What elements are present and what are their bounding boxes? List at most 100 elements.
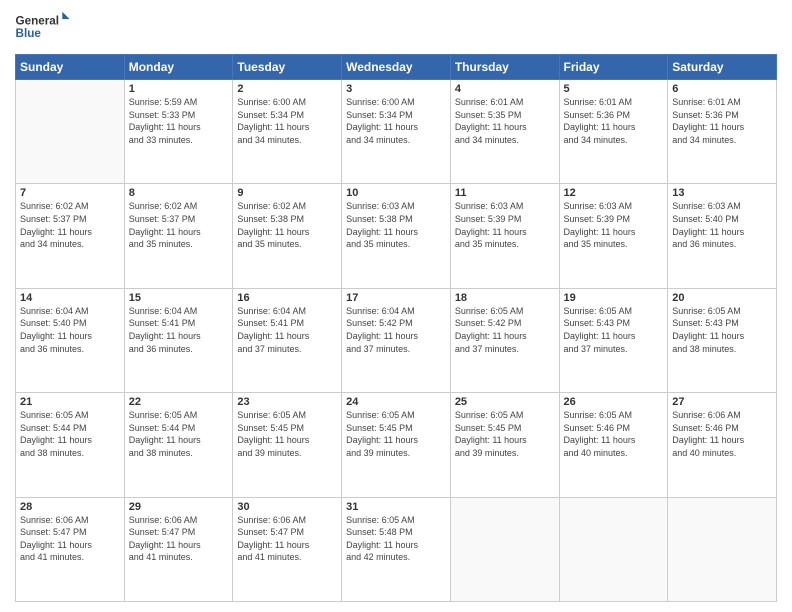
calendar-cell bbox=[668, 497, 777, 601]
day-number: 5 bbox=[564, 83, 664, 95]
day-info: Sunrise: 6:02 AMSunset: 5:38 PMDaylight:… bbox=[237, 200, 337, 250]
calendar-cell: 5Sunrise: 6:01 AMSunset: 5:36 PMDaylight… bbox=[559, 80, 668, 184]
day-info: Sunrise: 6:04 AMSunset: 5:41 PMDaylight:… bbox=[129, 305, 229, 355]
day-info: Sunrise: 6:06 AMSunset: 5:47 PMDaylight:… bbox=[129, 514, 229, 564]
calendar-table: SundayMondayTuesdayWednesdayThursdayFrid… bbox=[15, 54, 777, 602]
day-number: 9 bbox=[237, 187, 337, 199]
weekday-header-wednesday: Wednesday bbox=[342, 55, 451, 80]
day-number: 23 bbox=[237, 396, 337, 408]
day-number: 3 bbox=[346, 83, 446, 95]
day-number: 28 bbox=[20, 501, 120, 513]
day-info: Sunrise: 6:05 AMSunset: 5:44 PMDaylight:… bbox=[20, 409, 120, 459]
day-info: Sunrise: 6:00 AMSunset: 5:34 PMDaylight:… bbox=[346, 96, 446, 146]
weekday-header-monday: Monday bbox=[124, 55, 233, 80]
calendar-cell: 14Sunrise: 6:04 AMSunset: 5:40 PMDayligh… bbox=[16, 288, 125, 392]
day-number: 20 bbox=[672, 292, 772, 304]
calendar-cell: 17Sunrise: 6:04 AMSunset: 5:42 PMDayligh… bbox=[342, 288, 451, 392]
week-row-2: 7Sunrise: 6:02 AMSunset: 5:37 PMDaylight… bbox=[16, 184, 777, 288]
day-info: Sunrise: 6:05 AMSunset: 5:45 PMDaylight:… bbox=[455, 409, 555, 459]
day-number: 14 bbox=[20, 292, 120, 304]
calendar-cell: 6Sunrise: 6:01 AMSunset: 5:36 PMDaylight… bbox=[668, 80, 777, 184]
calendar-cell: 1Sunrise: 5:59 AMSunset: 5:33 PMDaylight… bbox=[124, 80, 233, 184]
day-number: 26 bbox=[564, 396, 664, 408]
day-number: 27 bbox=[672, 396, 772, 408]
day-info: Sunrise: 6:04 AMSunset: 5:40 PMDaylight:… bbox=[20, 305, 120, 355]
svg-text:General: General bbox=[16, 14, 60, 27]
day-number: 22 bbox=[129, 396, 229, 408]
calendar-cell: 21Sunrise: 6:05 AMSunset: 5:44 PMDayligh… bbox=[16, 393, 125, 497]
day-info: Sunrise: 6:04 AMSunset: 5:42 PMDaylight:… bbox=[346, 305, 446, 355]
day-info: Sunrise: 6:05 AMSunset: 5:46 PMDaylight:… bbox=[564, 409, 664, 459]
day-number: 30 bbox=[237, 501, 337, 513]
week-row-1: 1Sunrise: 5:59 AMSunset: 5:33 PMDaylight… bbox=[16, 80, 777, 184]
day-number: 16 bbox=[237, 292, 337, 304]
day-info: Sunrise: 6:01 AMSunset: 5:36 PMDaylight:… bbox=[564, 96, 664, 146]
week-row-4: 21Sunrise: 6:05 AMSunset: 5:44 PMDayligh… bbox=[16, 393, 777, 497]
week-row-3: 14Sunrise: 6:04 AMSunset: 5:40 PMDayligh… bbox=[16, 288, 777, 392]
calendar-cell: 13Sunrise: 6:03 AMSunset: 5:40 PMDayligh… bbox=[668, 184, 777, 288]
day-info: Sunrise: 6:03 AMSunset: 5:40 PMDaylight:… bbox=[672, 200, 772, 250]
calendar-cell: 20Sunrise: 6:05 AMSunset: 5:43 PMDayligh… bbox=[668, 288, 777, 392]
day-number: 19 bbox=[564, 292, 664, 304]
day-info: Sunrise: 6:05 AMSunset: 5:45 PMDaylight:… bbox=[346, 409, 446, 459]
calendar-cell bbox=[559, 497, 668, 601]
day-number: 8 bbox=[129, 187, 229, 199]
day-info: Sunrise: 6:06 AMSunset: 5:46 PMDaylight:… bbox=[672, 409, 772, 459]
calendar-cell: 3Sunrise: 6:00 AMSunset: 5:34 PMDaylight… bbox=[342, 80, 451, 184]
day-number: 11 bbox=[455, 187, 555, 199]
calendar-cell: 9Sunrise: 6:02 AMSunset: 5:38 PMDaylight… bbox=[233, 184, 342, 288]
svg-text:Blue: Blue bbox=[16, 27, 42, 40]
day-info: Sunrise: 6:03 AMSunset: 5:39 PMDaylight:… bbox=[455, 200, 555, 250]
day-number: 18 bbox=[455, 292, 555, 304]
day-number: 29 bbox=[129, 501, 229, 513]
weekday-header-sunday: Sunday bbox=[16, 55, 125, 80]
calendar-cell: 22Sunrise: 6:05 AMSunset: 5:44 PMDayligh… bbox=[124, 393, 233, 497]
day-info: Sunrise: 6:05 AMSunset: 5:45 PMDaylight:… bbox=[237, 409, 337, 459]
calendar-cell: 8Sunrise: 6:02 AMSunset: 5:37 PMDaylight… bbox=[124, 184, 233, 288]
day-info: Sunrise: 6:05 AMSunset: 5:44 PMDaylight:… bbox=[129, 409, 229, 459]
calendar-cell: 10Sunrise: 6:03 AMSunset: 5:38 PMDayligh… bbox=[342, 184, 451, 288]
calendar-cell: 11Sunrise: 6:03 AMSunset: 5:39 PMDayligh… bbox=[450, 184, 559, 288]
calendar-cell: 7Sunrise: 6:02 AMSunset: 5:37 PMDaylight… bbox=[16, 184, 125, 288]
day-number: 12 bbox=[564, 187, 664, 199]
calendar-cell: 26Sunrise: 6:05 AMSunset: 5:46 PMDayligh… bbox=[559, 393, 668, 497]
day-info: Sunrise: 6:03 AMSunset: 5:39 PMDaylight:… bbox=[564, 200, 664, 250]
calendar-cell: 2Sunrise: 6:00 AMSunset: 5:34 PMDaylight… bbox=[233, 80, 342, 184]
day-number: 10 bbox=[346, 187, 446, 199]
day-info: Sunrise: 6:06 AMSunset: 5:47 PMDaylight:… bbox=[20, 514, 120, 564]
day-number: 2 bbox=[237, 83, 337, 95]
logo-icon: General Blue bbox=[15, 10, 70, 46]
weekday-header-tuesday: Tuesday bbox=[233, 55, 342, 80]
calendar-cell: 29Sunrise: 6:06 AMSunset: 5:47 PMDayligh… bbox=[124, 497, 233, 601]
day-info: Sunrise: 6:04 AMSunset: 5:41 PMDaylight:… bbox=[237, 305, 337, 355]
day-info: Sunrise: 6:05 AMSunset: 5:43 PMDaylight:… bbox=[564, 305, 664, 355]
day-number: 13 bbox=[672, 187, 772, 199]
calendar-cell: 4Sunrise: 6:01 AMSunset: 5:35 PMDaylight… bbox=[450, 80, 559, 184]
day-info: Sunrise: 6:02 AMSunset: 5:37 PMDaylight:… bbox=[129, 200, 229, 250]
day-info: Sunrise: 6:01 AMSunset: 5:35 PMDaylight:… bbox=[455, 96, 555, 146]
weekday-header-thursday: Thursday bbox=[450, 55, 559, 80]
page: General Blue SundayMondayTuesdayWednesda… bbox=[0, 0, 792, 612]
calendar-cell bbox=[450, 497, 559, 601]
weekday-header-saturday: Saturday bbox=[668, 55, 777, 80]
day-info: Sunrise: 6:05 AMSunset: 5:48 PMDaylight:… bbox=[346, 514, 446, 564]
calendar-cell: 18Sunrise: 6:05 AMSunset: 5:42 PMDayligh… bbox=[450, 288, 559, 392]
day-info: Sunrise: 6:06 AMSunset: 5:47 PMDaylight:… bbox=[237, 514, 337, 564]
calendar-cell: 25Sunrise: 6:05 AMSunset: 5:45 PMDayligh… bbox=[450, 393, 559, 497]
day-number: 25 bbox=[455, 396, 555, 408]
calendar-cell: 19Sunrise: 6:05 AMSunset: 5:43 PMDayligh… bbox=[559, 288, 668, 392]
day-info: Sunrise: 5:59 AMSunset: 5:33 PMDaylight:… bbox=[129, 96, 229, 146]
calendar-cell: 15Sunrise: 6:04 AMSunset: 5:41 PMDayligh… bbox=[124, 288, 233, 392]
day-info: Sunrise: 6:03 AMSunset: 5:38 PMDaylight:… bbox=[346, 200, 446, 250]
day-info: Sunrise: 6:05 AMSunset: 5:42 PMDaylight:… bbox=[455, 305, 555, 355]
day-number: 4 bbox=[455, 83, 555, 95]
day-number: 6 bbox=[672, 83, 772, 95]
calendar-cell: 12Sunrise: 6:03 AMSunset: 5:39 PMDayligh… bbox=[559, 184, 668, 288]
day-info: Sunrise: 6:01 AMSunset: 5:36 PMDaylight:… bbox=[672, 96, 772, 146]
day-number: 1 bbox=[129, 83, 229, 95]
calendar-cell: 16Sunrise: 6:04 AMSunset: 5:41 PMDayligh… bbox=[233, 288, 342, 392]
calendar-cell: 31Sunrise: 6:05 AMSunset: 5:48 PMDayligh… bbox=[342, 497, 451, 601]
header: General Blue bbox=[15, 10, 777, 46]
calendar-cell: 24Sunrise: 6:05 AMSunset: 5:45 PMDayligh… bbox=[342, 393, 451, 497]
day-number: 15 bbox=[129, 292, 229, 304]
